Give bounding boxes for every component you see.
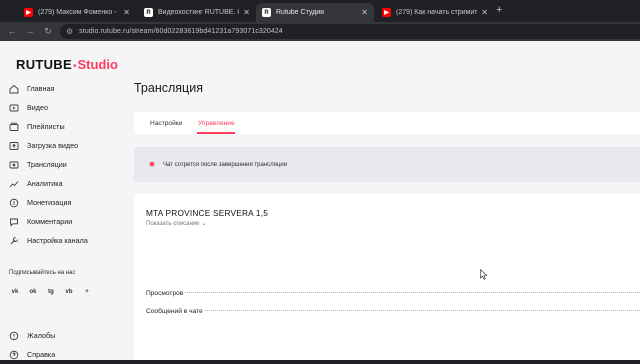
url-input[interactable]: ⚙ studio.rutube.ru/stream/60d02283619bd4… (60, 24, 640, 39)
sidebar-item-label: Загрузка видео (27, 141, 79, 150)
show-description-label: Показать описание (146, 220, 200, 227)
close-tab-icon[interactable]: ✕ (123, 8, 130, 17)
browser-tab-title: (279) Максим Фоменко - YouT (38, 9, 119, 16)
stat-row-views: Просмотров 1 (146, 290, 640, 300)
rutube-icon: R (144, 8, 153, 17)
sidebar-bottom-menu: Жалобы Справка (9, 326, 55, 364)
subscribe-label: Подписывайтесь на нас (9, 270, 76, 276)
sidebar-item-label: Трансляции (27, 160, 67, 169)
stream-title: MTA PROVINCE SERVERA 1,5 (146, 208, 269, 218)
sidebar-item-label: Справка (27, 350, 56, 359)
sidebar-item-label: Настройка канала (27, 236, 88, 245)
logo-text: RUTUBE (16, 57, 72, 72)
dotted-leader (204, 310, 640, 311)
upload-icon (9, 141, 19, 151)
sidebar-item-playlists[interactable]: Плейлисты (9, 117, 88, 136)
sidebar-item-home[interactable]: Главная (9, 79, 88, 98)
logo-dot-icon: • (72, 61, 77, 72)
complaint-icon (9, 331, 19, 341)
url-text: studio.rutube.ru/stream/60d02283619bd412… (79, 28, 283, 35)
bomb-icon: ✹ (148, 160, 156, 169)
browser-tab-youtube-1[interactable]: ▶ (279) Максим Фоменко - YouT ✕ (18, 3, 136, 22)
sidebar-item-label: Плейлисты (27, 122, 65, 131)
coin-icon (9, 198, 19, 208)
stream-tabs: Настройки Управление (134, 112, 640, 134)
browser-tab-rutube-video[interactable]: R Видеохостинг RUTUBE. Смотр ✕ (138, 3, 256, 22)
close-tab-icon[interactable]: ✕ (361, 8, 368, 17)
main-content: Трансляция Настройки Управление ✹ Чат со… (134, 41, 640, 360)
sidebar-item-analytics[interactable]: Аналитика (9, 174, 88, 193)
sidebar-item-label: Монетизация (27, 198, 72, 207)
youtube-icon: ▶ (382, 8, 391, 17)
comment-icon (9, 217, 19, 227)
sidebar-item-label: Комментарии (27, 217, 73, 226)
sidebar-item-label: Аналитика (27, 179, 63, 188)
telegram-icon[interactable]: tg (43, 284, 59, 300)
sidebar-item-complaints[interactable]: Жалобы (9, 326, 55, 345)
home-icon (9, 84, 19, 94)
sidebar-item-comments[interactable]: Комментарии (9, 212, 88, 231)
logo-studio-text: Studio (77, 57, 118, 72)
site-info-icon[interactable]: ⚙ (66, 27, 73, 36)
chat-notice-text: Чат сотрется после завершения трансляции (163, 161, 288, 168)
chevron-down-icon: ⌄ (201, 221, 207, 227)
more-icon[interactable]: + (79, 284, 95, 300)
tab-settings[interactable]: Настройки (150, 120, 182, 127)
close-tab-icon[interactable]: ✕ (481, 8, 488, 17)
tab-management[interactable]: Управление (198, 120, 235, 127)
ok-icon[interactable]: ok (25, 284, 41, 300)
sidebar-item-label: Видео (27, 103, 48, 112)
sidebar-item-video[interactable]: Видео (9, 98, 88, 117)
mouse-cursor-icon (480, 269, 488, 280)
show-description-link[interactable]: Показать описание ⌄ (146, 220, 207, 228)
social-links: vk ok tg vb + (7, 284, 95, 300)
sidebar-item-label: Главная (27, 84, 55, 93)
stat-label: Сообщений в чате (146, 308, 203, 315)
close-tab-icon[interactable]: ✕ (243, 8, 250, 17)
playlist-icon (9, 122, 19, 132)
youtube-icon: ▶ (24, 8, 33, 17)
help-icon (9, 350, 19, 360)
chat-notice-banner: ✹ Чат сотрется после завершения трансляц… (134, 147, 640, 182)
dotted-leader (185, 292, 640, 293)
sidebar-item-channel-settings[interactable]: Настройка канала (9, 231, 88, 250)
browser-tab-title: Rutube Студия (276, 9, 324, 16)
analytics-icon (9, 179, 19, 189)
back-arrow-icon[interactable]: ← (6, 25, 18, 37)
studio-page: RUTUBE • Studio Главная Видео Плейлисты … (0, 41, 640, 360)
sidebar-item-help[interactable]: Справка (9, 345, 55, 364)
stat-row-chat-messages: Сообщений в чате 0 (146, 308, 640, 318)
browser-tab-title: Видеохостинг RUTUBE. Смотр (158, 9, 239, 16)
address-bar-row: ← → ↻ ⚙ studio.rutube.ru/stream/60d02283… (0, 22, 640, 41)
browser-tab-bar: ▶ (279) Максим Фоменко - YouT ✕ R Видеох… (0, 0, 640, 22)
sidebar-item-upload[interactable]: Загрузка видео (9, 136, 88, 155)
browser-tab-rutube-studio[interactable]: R Rutube Студия ✕ (256, 3, 374, 22)
sidebar-item-label: Жалобы (27, 331, 56, 340)
stat-label: Просмотров (146, 290, 184, 297)
rutube-icon: R (262, 8, 271, 17)
browser-tab-youtube-2[interactable]: ▶ (279) Как начать стримить на R ✕ (376, 3, 494, 22)
forward-arrow-icon[interactable]: → (24, 25, 36, 37)
page-title: Трансляция (134, 81, 203, 95)
reload-icon[interactable]: ↻ (42, 25, 54, 37)
new-tab-button[interactable]: + (496, 4, 502, 16)
browser-tab-title: (279) Как начать стримить на R (396, 9, 478, 16)
sidebar-item-monetization[interactable]: Монетизация (9, 193, 88, 212)
rutube-studio-logo[interactable]: RUTUBE • Studio (16, 57, 118, 72)
viber-icon[interactable]: vb (61, 284, 77, 300)
video-icon (9, 103, 19, 113)
stream-info-card: MTA PROVINCE SERVERA 1,5 Показать описан… (134, 194, 640, 360)
sidebar-item-broadcasts[interactable]: Трансляции (9, 155, 88, 174)
vk-icon[interactable]: vk (7, 284, 23, 300)
sidebar: RUTUBE • Studio Главная Видео Плейлисты … (0, 41, 130, 360)
settings-icon (9, 236, 19, 246)
broadcast-icon (9, 160, 19, 170)
active-tab-indicator (197, 132, 235, 134)
sidebar-menu: Главная Видео Плейлисты Загрузка видео Т… (9, 79, 88, 250)
